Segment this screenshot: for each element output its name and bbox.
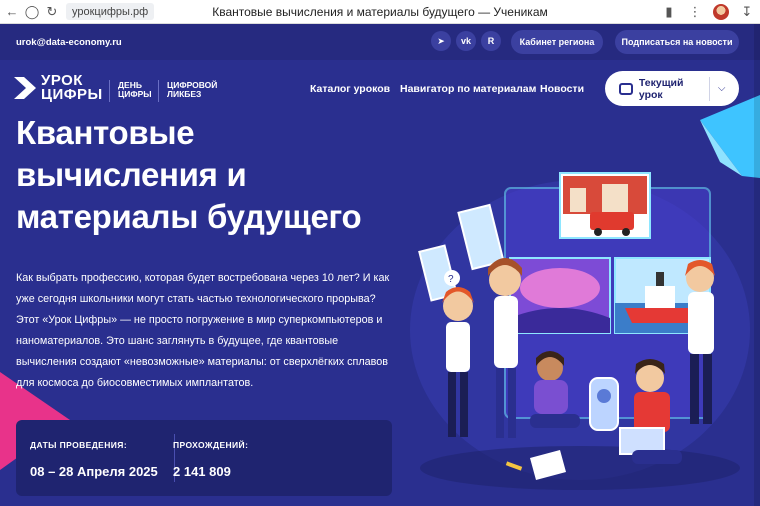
- dates-block: ДАТЫ ПРОВЕДЕНИЯ: 08 – 28 Апреля 2025: [30, 440, 158, 479]
- title-line-2: вычисления и: [16, 156, 247, 193]
- page-title: Квантовые вычисления и материалы будущег…: [16, 112, 416, 238]
- current-lesson-label: Текущий урок: [638, 76, 684, 101]
- current-lesson-button[interactable]: Текущий урок ⌵: [605, 71, 739, 106]
- cifrovoy-likbez-link[interactable]: ЦИФРОВОЙ ЛИКБЕЗ: [167, 81, 217, 99]
- nav-navigator[interactable]: Навигатор по материалам: [400, 83, 536, 95]
- den-cifry-link[interactable]: ДЕНЬ ЦИФРЫ: [118, 81, 152, 99]
- passes-value: 2 141 809: [173, 464, 231, 479]
- hero-description: Как выбрать профессию, которая будет вос…: [16, 272, 390, 389]
- passes-block: ПРОХОЖДЕНИЙ: 2 141 809: [173, 440, 248, 479]
- title-line-3: материалы будущего: [16, 198, 362, 235]
- logo-divider: [109, 80, 110, 102]
- site-header: УРОК ЦИФРЫ ДЕНЬ ЦИФРЫ ЦИФРОВОЙ ЛИКБЕЗ Ка…: [0, 60, 760, 120]
- hero-illustration: ?: [418, 172, 740, 490]
- dates-value: 08 – 28 Апреля 2025: [30, 464, 158, 479]
- urok-cifry-logo[interactable]: УРОК ЦИФРЫ: [14, 73, 103, 103]
- logo-divider: [158, 80, 159, 102]
- tv-icon: [619, 82, 633, 95]
- logo-mark-icon: [14, 77, 36, 99]
- logo-text: УРОК ЦИФРЫ: [41, 73, 103, 103]
- svg-text:?: ?: [448, 274, 454, 285]
- nav-catalog[interactable]: Каталог уроков: [310, 83, 390, 95]
- lesson-info-card: ДАТЫ ПРОВЕДЕНИЯ: 08 – 28 Апреля 2025 ПРО…: [16, 420, 392, 496]
- title-line-1: Квантовые: [16, 114, 195, 151]
- sub-logo-2-line-2: ЛИКБЕЗ: [167, 89, 202, 99]
- chevron-down-icon[interactable]: ⌵: [709, 76, 733, 101]
- page-scrollbar[interactable]: [754, 24, 760, 506]
- nav-news[interactable]: Новости: [540, 83, 584, 95]
- sub-logo-1-line-2: ЦИФРЫ: [118, 89, 152, 99]
- logo-line-2: ЦИФРЫ: [41, 86, 103, 103]
- dates-label: ДАТЫ ПРОВЕДЕНИЯ:: [30, 440, 128, 450]
- passes-label: ПРОХОЖДЕНИЙ:: [173, 440, 249, 450]
